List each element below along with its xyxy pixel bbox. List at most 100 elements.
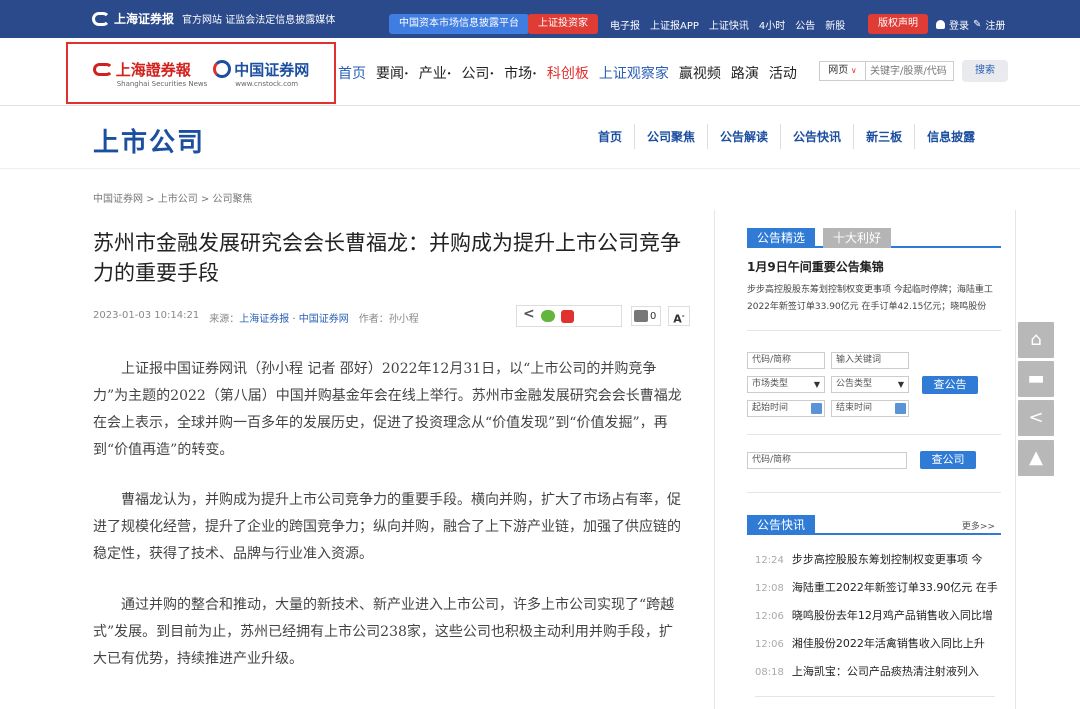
copyright-link[interactable]: 版权声明	[868, 14, 928, 34]
nav-star-market[interactable]: 科创板	[547, 63, 589, 83]
nav-video[interactable]: 赢视频	[679, 63, 721, 83]
notice-type-label: 公告类型	[836, 379, 873, 389]
home-float-button[interactable]: ⌂	[1018, 322, 1054, 358]
calendar-icon[interactable]	[895, 403, 906, 414]
sidebar-divider	[747, 492, 1001, 493]
nav-home[interactable]: 首页	[338, 63, 366, 83]
site-logo-box[interactable]: 上海證券報 Shanghai Securities News 中国证券网 www…	[66, 42, 336, 104]
top-link-app[interactable]: 上证报APP	[650, 17, 699, 32]
nav-roadshow[interactable]: 路演	[731, 63, 759, 83]
top-brand-name: 上海证券报	[114, 12, 175, 26]
chevron-down-icon: ∨	[848, 66, 857, 75]
top-brand-logo[interactable]: 上海证券报	[92, 10, 174, 27]
list-item[interactable]: 08:18 上海凯宝：公司产品痰热清注射液列入	[755, 658, 1005, 686]
top-bar: 上海证券报 官方网站 证监会法定信息披露媒体 中国资本市场信息披露平台 上证投资…	[0, 0, 1080, 38]
list-item-text: 上海凯宝：公司产品痰热清注射液列入	[791, 665, 979, 678]
end-date-placeholder: 结束时间	[836, 403, 873, 413]
comment-count: 0	[650, 310, 657, 322]
caret-down-icon: ▼	[897, 380, 904, 389]
nav-events[interactable]: 活动	[769, 63, 797, 83]
top-link-notice[interactable]: 公告	[795, 17, 815, 32]
list-item[interactable]: 12:08 海陆重工2022年新签订单33.90亿元 在手	[755, 574, 1005, 602]
company-code-placeholder: 代码/简称	[752, 455, 792, 465]
notice-heading[interactable]: 1月9日午间重要公告集锦	[747, 258, 884, 275]
more-link[interactable]: 更多>>	[962, 519, 995, 532]
top-link-flash[interactable]: 上证快讯	[709, 17, 749, 32]
account-area: 登录 ✎ 注册	[936, 17, 1005, 32]
article-meta: 2023-01-03 10:14:21 来源：上海证券报 · 中国证券网 作者：…	[93, 310, 419, 325]
quick-notice-list: 12:24 步步高控股股东筹划控制权变更事项 今 12:08 海陆重工2022年新签…	[755, 546, 1005, 686]
subnav-flash[interactable]: 公告快讯	[780, 124, 853, 149]
font-size-button[interactable]: A-	[668, 306, 690, 326]
article-source[interactable]: 上海证券报 · 中国证券网	[239, 314, 349, 325]
list-item-text: 晓鸣股份去年12月鸡产品销售收入同比增	[791, 609, 993, 622]
section-title: 上市公司	[93, 128, 206, 158]
register-link[interactable]: 注册	[985, 17, 1005, 32]
sidebar-divider	[755, 696, 995, 697]
login-link[interactable]: 登录	[949, 17, 969, 32]
shse-logo: 上海證券報 Shanghai Securities News	[92, 59, 207, 88]
list-item[interactable]: 12:06 湘佳股份2022年活禽销售收入同比上升	[755, 630, 1005, 658]
notice-code-field[interactable]: 代码/简称	[747, 352, 825, 369]
list-item-time: 12:06	[755, 611, 784, 622]
caret-down-icon: ▼	[813, 380, 820, 389]
top-link-epaper[interactable]: 电子报	[610, 17, 640, 32]
disclosure-platform-link[interactable]: 中国资本市场信息披露平台	[389, 14, 529, 34]
section-divider	[0, 168, 1080, 169]
tab-notice-selected[interactable]: 公告精选	[747, 228, 816, 248]
company-code-field[interactable]: 代码/简称	[747, 452, 907, 469]
top-link-ipo[interactable]: 新股	[825, 17, 845, 32]
cnstock-logo-text: 中国证券网	[234, 60, 310, 79]
article-author: 作者：孙小程	[358, 314, 419, 325]
start-date-field[interactable]: 起始时间	[747, 400, 825, 417]
list-item-time: 08:18	[755, 667, 784, 678]
query-company-button[interactable]: 查公司	[920, 451, 976, 469]
comment-icon: ▬	[1027, 368, 1045, 389]
investor-link[interactable]: 上证投资家	[528, 14, 598, 34]
list-item[interactable]: 12:24 步步高控股股东筹划控制权变更事项 今	[755, 546, 1005, 574]
share-icon[interactable]	[521, 306, 535, 323]
top-link-4h[interactable]: 4小时	[759, 17, 785, 32]
subnav-home[interactable]: 首页	[586, 124, 634, 149]
home-icon: ⌂	[1030, 329, 1042, 350]
shse-logo-text: 上海證券報	[115, 60, 191, 79]
list-item[interactable]: 12:06 晓鸣股份去年12月鸡产品销售收入同比增	[755, 602, 1005, 630]
market-type-label: 市场类型	[752, 379, 789, 389]
list-item-text: 步步高控股股东筹划控制权变更事项 今	[791, 553, 983, 566]
nav-market-wrap[interactable]: 市场•	[504, 63, 537, 83]
share-box	[516, 305, 622, 327]
comment-float-button[interactable]: ▬	[1018, 361, 1054, 397]
notice-keyword-field[interactable]: 输入关键词	[831, 352, 909, 369]
nav-company-wrap[interactable]: 公司•	[461, 63, 494, 83]
caret-down-icon: •	[489, 69, 495, 79]
tab-quick-notice[interactable]: 公告快讯	[747, 515, 816, 535]
search-button[interactable]: 搜索	[962, 60, 1008, 82]
subnav-focus[interactable]: 公司聚焦	[634, 124, 707, 149]
subnav-disclosure[interactable]: 信息披露	[914, 124, 987, 149]
weibo-icon[interactable]	[561, 309, 574, 323]
share-float-button[interactable]: <	[1018, 400, 1054, 436]
wechat-icon[interactable]	[541, 310, 555, 322]
calendar-icon[interactable]	[811, 403, 822, 414]
query-notice-button[interactable]: 查公告	[922, 376, 978, 394]
cnstock-logo-en: www.cnstock.com	[235, 79, 299, 88]
notice-summary[interactable]: 步步高控股股东筹划控制权变更事项 今起临时停牌；海陆重工2022年新签订单33.…	[747, 282, 1001, 316]
end-date-field[interactable]: 结束时间	[831, 400, 909, 417]
subnav-analysis[interactable]: 公告解读	[707, 124, 780, 149]
nav-observer[interactable]: 上证观察家	[599, 63, 669, 83]
nav-news-wrap[interactable]: 要闻•	[376, 63, 409, 83]
back-to-top-icon: ▲	[1029, 447, 1043, 468]
subnav-neeq[interactable]: 新三板	[853, 124, 914, 149]
pencil-icon: ✎	[973, 19, 982, 30]
breadcrumb[interactable]: 中国证券网 > 上市公司 > 公司聚焦	[93, 190, 252, 205]
tab-top-ten[interactable]: 十大利好	[823, 228, 892, 248]
market-type-select[interactable]: 市场类型 ▼	[747, 376, 825, 393]
search-input[interactable]	[866, 61, 954, 81]
caret-down-icon: •	[446, 69, 452, 79]
comment-button[interactable]: 0	[631, 306, 661, 326]
search-type-select[interactable]: 网页 ∨	[819, 61, 866, 81]
back-to-top-button[interactable]: ▲	[1018, 440, 1054, 476]
nav-industry-wrap[interactable]: 产业•	[419, 63, 452, 83]
notice-type-select[interactable]: 公告类型 ▼	[831, 376, 909, 393]
cnstock-logo-icon	[213, 60, 232, 78]
